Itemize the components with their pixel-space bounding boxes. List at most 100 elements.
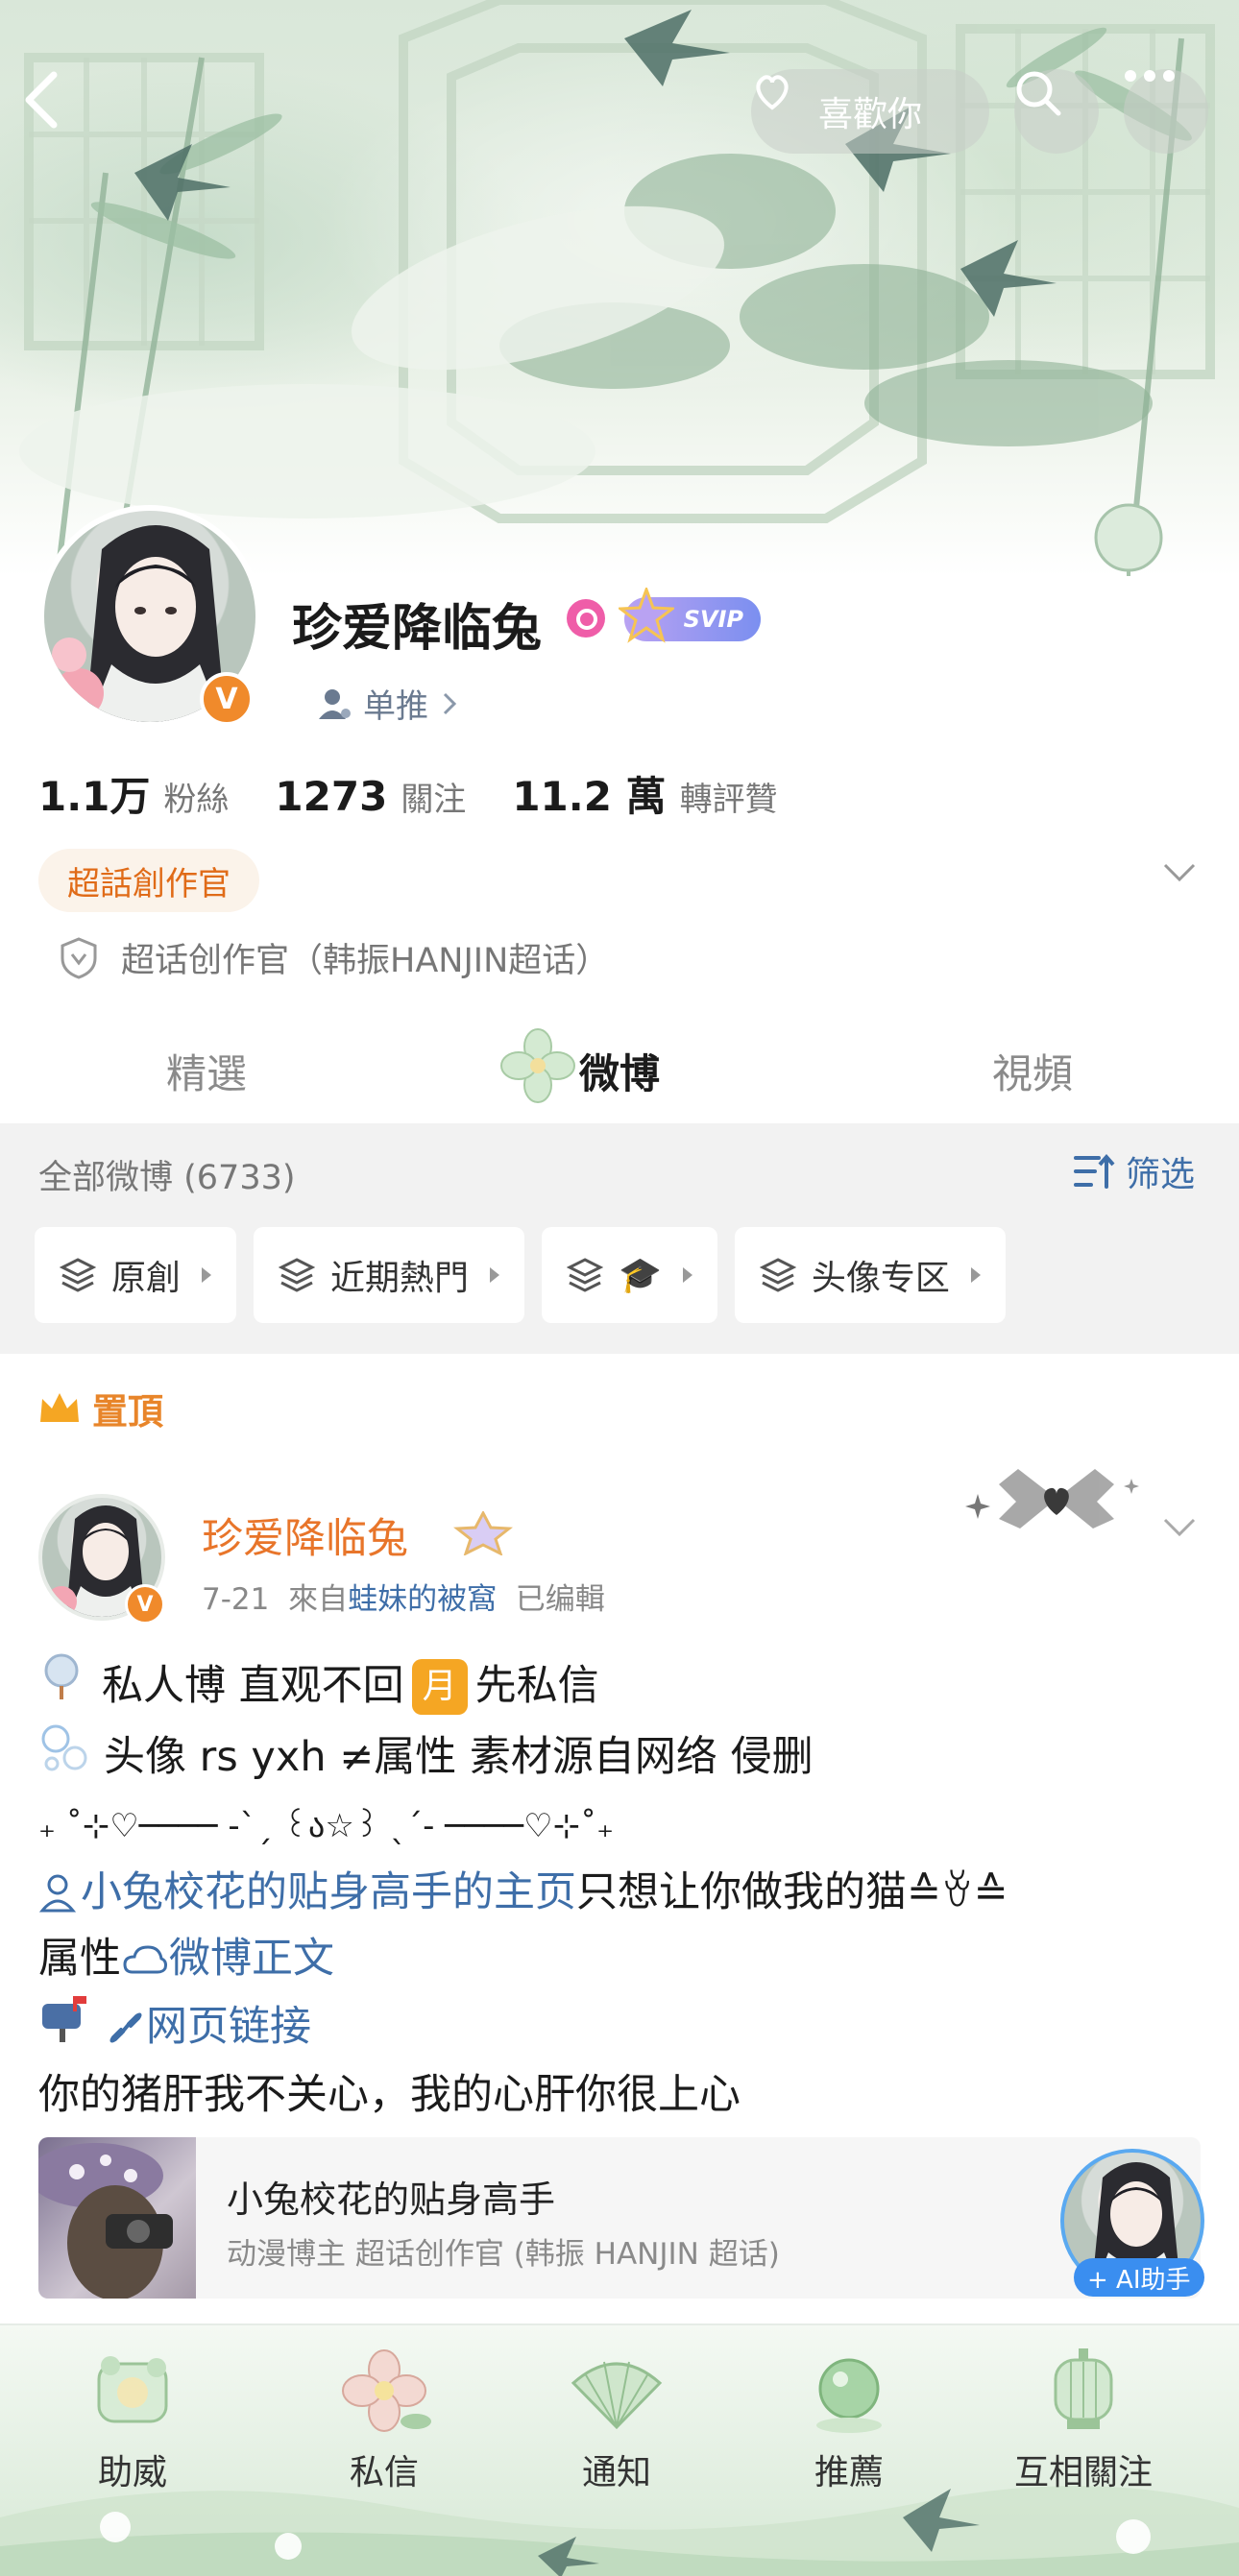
- filter-area: 全部微博 (6733) 筛选 原創 近期熱門 🎓 头像专区: [0, 1123, 1239, 1354]
- butterfly-heart-icon: [965, 1469, 1139, 1529]
- flower-icon: [500, 1028, 575, 1103]
- stat-followers[interactable]: 1.1万 粉絲: [38, 764, 229, 823]
- layers-icon: [279, 1258, 316, 1292]
- profile-tabs: 精選 微博 視頻: [0, 1018, 1239, 1123]
- back-button[interactable]: [21, 69, 106, 154]
- all-weibo-count: 全部微博 (6733): [38, 1159, 296, 1197]
- linked-account-card[interactable]: 小兔校花的贴身高手 动漫博主 超话创作官 (韩振 HANJIN 超话): [38, 2137, 1201, 2299]
- pinned-text: 置頂: [92, 1391, 163, 1432]
- post-date: 7-21: [202, 1582, 270, 1617]
- verified-badge: V: [125, 1584, 165, 1625]
- post-line-text: ₊ ˚⊹♡──── -ˋˏ ꒰ა☆꒱ ˎˊ- ────♡⊹˚₊: [38, 1807, 615, 1845]
- link-icon: [109, 2011, 142, 2043]
- post-line-text: 属性: [38, 1935, 121, 1983]
- post-line-text: 先私信: [474, 1662, 599, 1710]
- stat-following[interactable]: 1273 關注: [275, 773, 466, 820]
- web-link[interactable]: 网页链接: [146, 1994, 311, 2060]
- tab-featured[interactable]: 精選: [0, 1018, 413, 1123]
- cheer-icon: [97, 2356, 168, 2423]
- chip-avatar-zone[interactable]: 头像专区: [734, 1227, 1006, 1323]
- single-push-link[interactable]: 单推: [317, 680, 459, 727]
- heart-hand-icon: [756, 75, 789, 110]
- verified-badge: V: [200, 672, 254, 726]
- bubbles-icon: [38, 1721, 90, 1794]
- stat-label: 粉絲: [163, 781, 230, 819]
- more-button[interactable]: [1124, 69, 1208, 154]
- chip-original[interactable]: 原創: [35, 1227, 237, 1323]
- post-line: 头像 rs yxh ≠属性 素材源自网络 侵删: [38, 1721, 1210, 1794]
- post-line: 属性 微博正文: [38, 1926, 1210, 1992]
- layers-icon: [567, 1258, 604, 1292]
- like-you-button[interactable]: 喜歡你: [751, 69, 989, 154]
- like-you-label: 喜歡你: [817, 95, 922, 134]
- nav-label: 通知: [581, 2453, 651, 2492]
- profile-banner: 喜歡你: [0, 0, 1239, 576]
- chevron-right-icon: [443, 692, 457, 714]
- tab-weibo[interactable]: 微博: [413, 1018, 826, 1123]
- nav-message[interactable]: 私信: [288, 2345, 480, 2494]
- tab-weibo-label: 微博: [578, 1049, 660, 1097]
- filter-label: 筛选: [1126, 1155, 1196, 1194]
- star-badge-icon: [453, 1511, 513, 1555]
- cloud-icon: [123, 1944, 167, 1973]
- triangle-right-icon: [682, 1267, 692, 1283]
- stat-value: 11.2 萬: [512, 773, 667, 820]
- triangle-right-icon: [490, 1267, 500, 1283]
- post-edited: 已编輯: [515, 1582, 605, 1617]
- post-author-name[interactable]: 珍爱降临兔: [202, 1505, 408, 1565]
- nav-notify[interactable]: 通知: [521, 2345, 713, 2494]
- tab-videos[interactable]: 視頻: [826, 1018, 1239, 1123]
- stat-value: 1.1万: [38, 773, 151, 820]
- pinned-label: 置頂: [38, 1383, 163, 1434]
- stat-interactions[interactable]: 11.2 萬 轉評贊: [512, 764, 777, 823]
- post-line: ₊ ˚⊹♡──── -ˋˏ ꒰ა☆꒱ ˎˊ- ────♡⊹˚₊: [38, 1794, 1210, 1860]
- filter-icon: [1074, 1153, 1115, 1189]
- layers-icon: [60, 1258, 96, 1292]
- post-source[interactable]: 蛙妹的被窩: [348, 1582, 497, 1617]
- nav-recommend[interactable]: 推薦: [753, 2345, 945, 2494]
- chip-label: 原創: [111, 1259, 182, 1298]
- verify-text: 超话创作官（韩振HANJIN超话）: [121, 942, 610, 980]
- chevron-down-icon[interactable]: [1162, 862, 1197, 883]
- chip-label: 近期熱門: [330, 1259, 470, 1298]
- profile-home-link[interactable]: 小兔校花的贴身高手的主页: [81, 1860, 576, 1926]
- fan-icon: [571, 2361, 663, 2430]
- stat-label: 轉評贊: [679, 781, 778, 819]
- message-flower-icon: [342, 2349, 431, 2432]
- filter-button[interactable]: 筛选: [1074, 1146, 1195, 1196]
- chip-graduation[interactable]: 🎓: [542, 1227, 717, 1323]
- weibo-text-link[interactable]: 微博正文: [169, 1926, 334, 1992]
- profile-name: 珍爱降临兔: [292, 600, 543, 658]
- nav-label: 互相關注: [1013, 2453, 1153, 2492]
- back-icon: [25, 71, 58, 129]
- more-icon: [1125, 70, 1175, 82]
- profile-stats: 1.1万 粉絲 1273 關注 11.2 萬 轉評贊: [38, 764, 824, 823]
- post-line: 私人博 直观不回 月 先私信: [38, 1651, 1210, 1721]
- card-thumbnail: [38, 2137, 196, 2299]
- triangle-right-icon: [202, 1267, 212, 1283]
- layers-icon: [759, 1258, 796, 1292]
- search-button[interactable]: [1014, 69, 1099, 154]
- card-subtitle: 动漫博主 超话创作官 (韩振 HANJIN 超话): [227, 2237, 780, 2272]
- nav-label: 助威: [97, 2453, 167, 2492]
- bottom-action-bar: 助威 私信 通知 推薦 互相關注: [0, 2323, 1239, 2576]
- ai-assistant-badge[interactable]: + AI助手: [1074, 2258, 1204, 2297]
- crown-icon: [40, 1393, 79, 1422]
- stat-value: 1273: [275, 773, 388, 820]
- post-line: 你的猪肝我不关心，我的心肝你很上心: [38, 2062, 1210, 2129]
- nav-cheer[interactable]: 助威: [36, 2345, 229, 2494]
- post-line-text: 头像 rs yxh ≠属性 素材源自网络 侵删: [104, 1733, 814, 1781]
- chip-recent-hot[interactable]: 近期熱門: [254, 1227, 525, 1323]
- verify-info: 超话创作官（韩振HANJIN超话）: [60, 933, 609, 982]
- post-line-text: 私人博 直观不回: [102, 1662, 404, 1710]
- filter-chips: 原創 近期熱門 🎓 头像专区: [35, 1227, 1006, 1323]
- chip-label: 🎓: [619, 1256, 662, 1295]
- post-line-text: 你的猪肝我不关心，我的心肝你很上心: [38, 2071, 741, 2119]
- chip-label: 头像专区: [811, 1259, 950, 1298]
- chevron-down-icon[interactable]: [1162, 1517, 1197, 1538]
- nav-mutual-follow[interactable]: 互相關注: [987, 2345, 1179, 2494]
- post-line: 小兔校花的贴身高手的主页 只想让你做我的猫≙ꈊ≙: [38, 1860, 1210, 1926]
- card-title: 小兔校花的贴身高手: [227, 2179, 556, 2221]
- svip-star-icon: [619, 588, 674, 643]
- creator-tag[interactable]: 超話創作官: [38, 849, 259, 912]
